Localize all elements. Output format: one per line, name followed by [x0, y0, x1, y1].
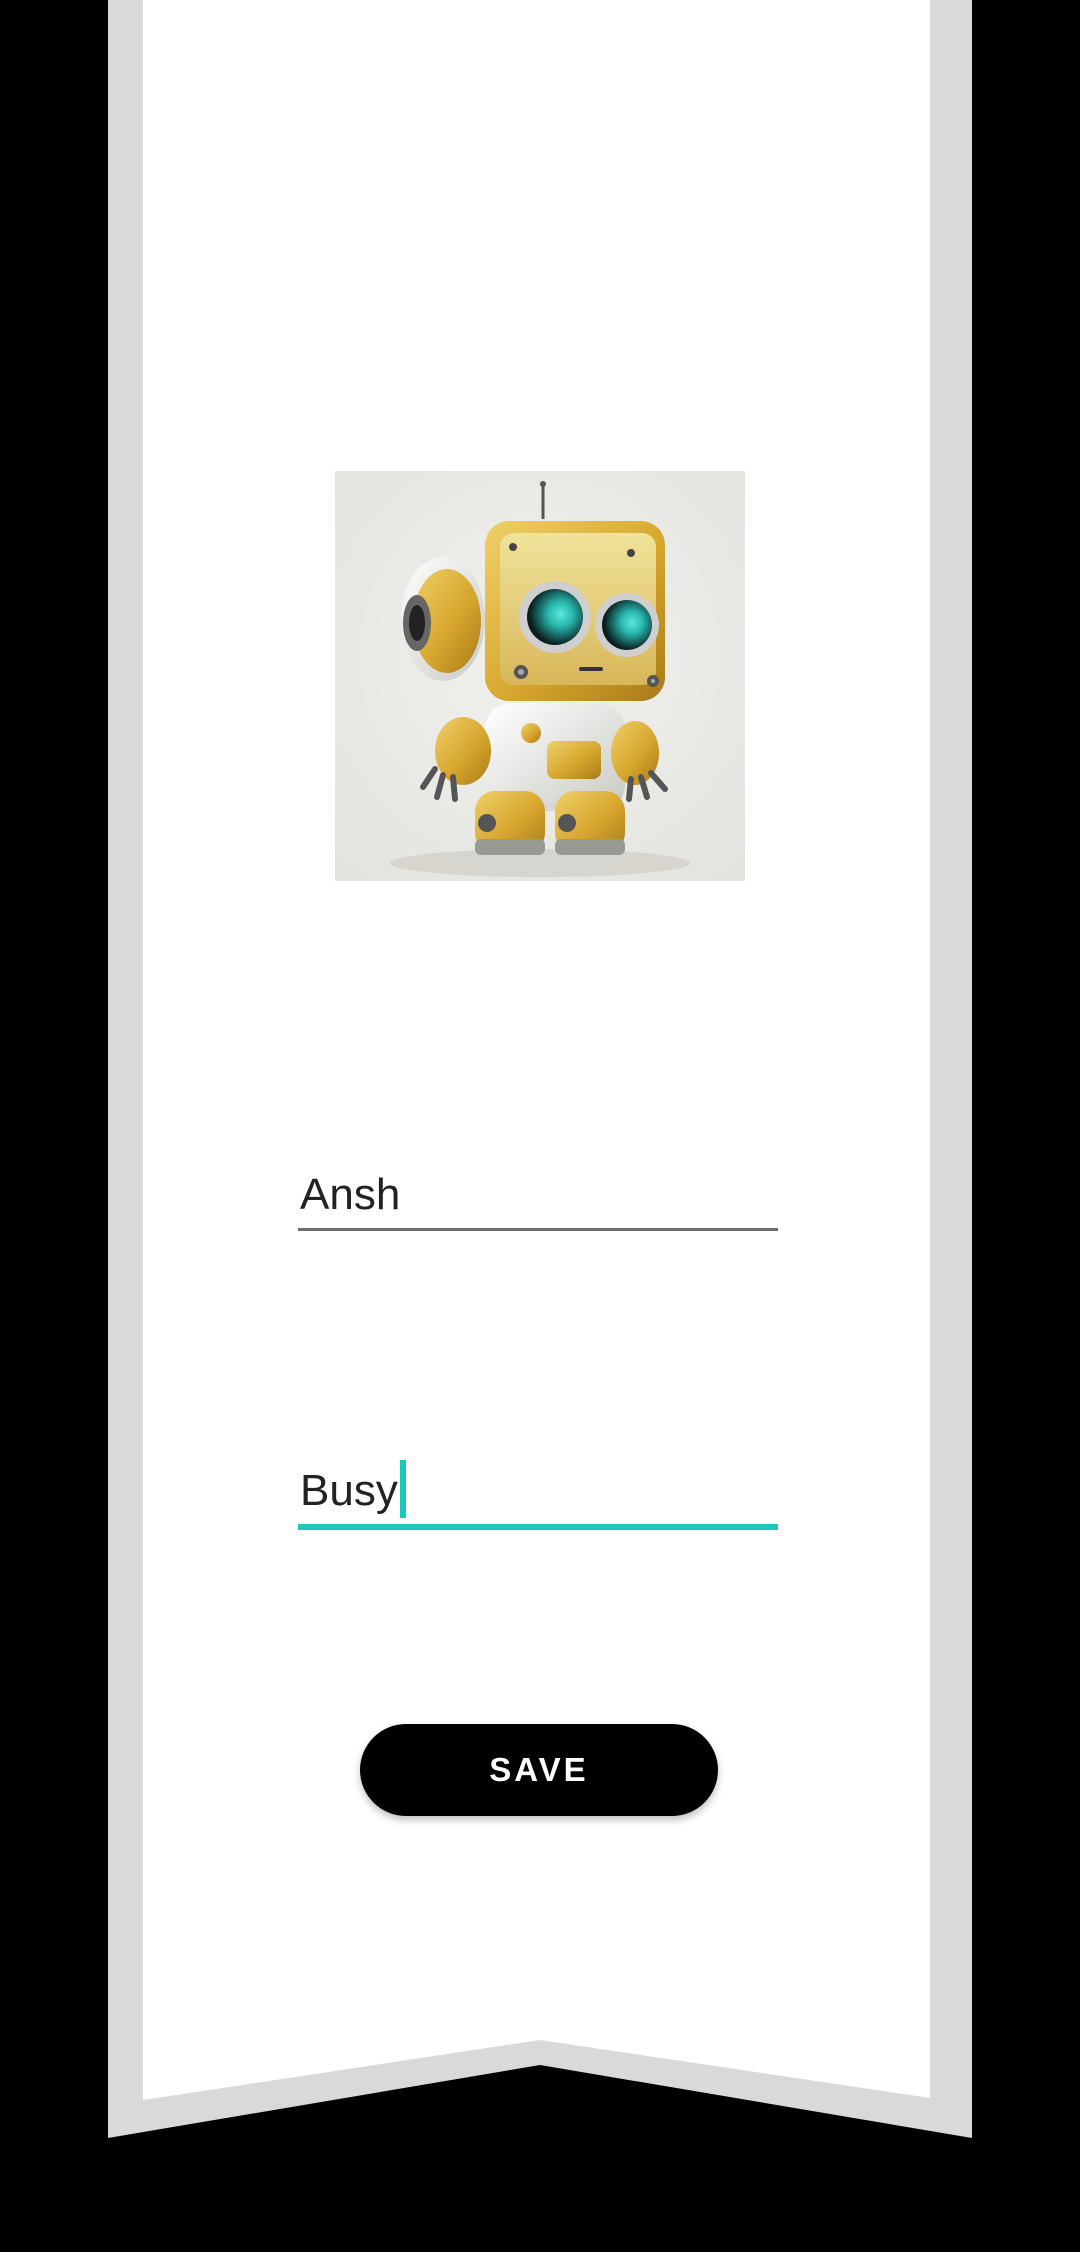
status-underline — [298, 1524, 778, 1530]
text-cursor — [399, 1460, 406, 1519]
name-input[interactable]: Ansh — [298, 1162, 778, 1228]
status-input-text: Busy — [300, 1466, 398, 1515]
robot-icon — [335, 471, 745, 881]
status-field[interactable]: Busy — [298, 1458, 778, 1530]
name-field[interactable]: Ansh — [298, 1162, 778, 1231]
name-input-text: Ansh — [300, 1170, 401, 1219]
status-input[interactable]: Busy — [298, 1458, 778, 1524]
save-button[interactable]: SAVE — [360, 1724, 718, 1816]
name-underline — [298, 1228, 778, 1231]
robot-avatar-image[interactable] — [335, 471, 745, 881]
profile-banner — [108, 0, 972, 2138]
